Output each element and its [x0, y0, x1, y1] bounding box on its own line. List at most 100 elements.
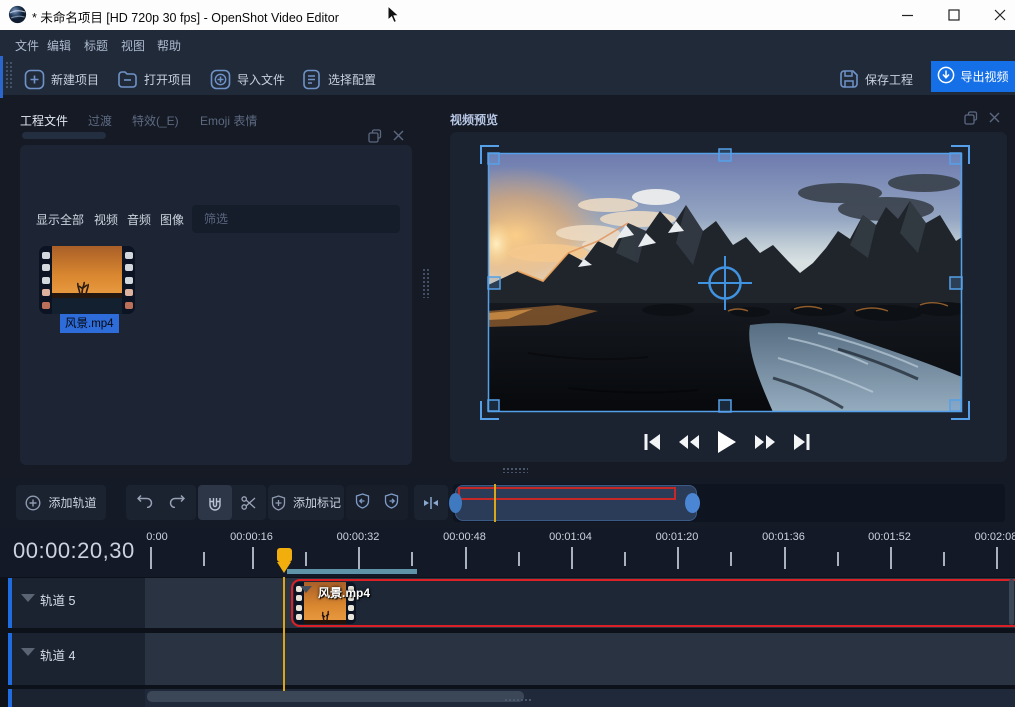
scissors-icon: [241, 495, 257, 511]
track-5-accent: [8, 578, 12, 628]
title-bar: * 未命名项目 [HD 720p 30 fps] - OpenShot Vide…: [0, 0, 1015, 30]
close-button[interactable]: [977, 0, 1015, 29]
openshot-window: * 未命名项目 [HD 720p 30 fps] - OpenShot Vide…: [0, 0, 1015, 707]
filter-input[interactable]: [192, 205, 400, 233]
add-marker-button[interactable]: 添加标记: [268, 485, 344, 520]
track-5-name: 轨道 5: [40, 590, 75, 609]
track-4-header[interactable]: [8, 633, 145, 685]
center-playhead-button[interactable]: [414, 485, 448, 520]
filter-audio[interactable]: 音频: [127, 211, 151, 228]
file-thumb-image: [52, 246, 122, 314]
redo-button[interactable]: [169, 494, 185, 511]
add-marker-label: 添加标记: [293, 494, 341, 511]
timeline-resize-handle[interactable]: [504, 698, 532, 703]
clip-fengjing[interactable]: 风景.mp4: [291, 579, 1015, 627]
maximize-button[interactable]: [931, 0, 976, 29]
menu-edit[interactable]: 编辑: [47, 37, 71, 54]
preview-panel-title: 视频预览: [450, 111, 498, 128]
ruler-tick-minor: [518, 552, 520, 566]
timeline-toolbar: 添加轨道 添加标记: [0, 478, 1015, 528]
play-button[interactable]: [717, 430, 737, 454]
new-project-button[interactable]: 新建项目: [24, 64, 99, 94]
add-marker-icon: [271, 495, 286, 511]
ruler-tick-major: [677, 547, 679, 569]
clip-transform-overlay[interactable]: [488, 153, 962, 412]
preview-float-icon[interactable]: [964, 111, 978, 130]
video-preview-frame[interactable]: [488, 153, 962, 412]
snap-toggle-button[interactable]: [198, 485, 232, 520]
mouse-cursor: [386, 5, 401, 30]
track-5-lane[interactable]: 风景.mp4: [145, 578, 1015, 628]
export-video-button[interactable]: 导出视频: [931, 61, 1015, 92]
undo-button[interactable]: [137, 494, 153, 511]
preview-resize-handle[interactable]: [502, 467, 528, 473]
project-files-panel: 工程文件 过渡 特效(_E) Emoji 表情 显示全部 视频 音频 图像: [6, 95, 435, 478]
jump-start-button[interactable]: [644, 433, 661, 451]
rewind-button[interactable]: [678, 434, 700, 450]
tab-emoji[interactable]: Emoji 表情: [200, 112, 257, 129]
timeline-zoom-slider[interactable]: [453, 484, 1005, 522]
timeline-ruler[interactable]: 00:00:20,30 0:00 00:00:16 00:00:32 00:00…: [0, 528, 1015, 577]
track-5-chevron-icon[interactable]: [20, 593, 36, 603]
new-project-icon: [24, 69, 45, 90]
zoom-slider-right-handle[interactable]: [685, 493, 700, 513]
ruler-tick-minor: [943, 552, 945, 566]
ruler-ticks: [0, 528, 1015, 577]
choose-profile-button[interactable]: 选择配置: [301, 64, 376, 94]
add-track-button[interactable]: 添加轨道: [16, 485, 106, 520]
menu-view[interactable]: 视图: [121, 37, 145, 54]
project-file-thumbnail[interactable]: [39, 246, 135, 314]
previous-marker-button[interactable]: [355, 493, 370, 512]
save-project-button[interactable]: 保存工程: [839, 64, 913, 94]
export-video-label: 导出视频: [960, 68, 1008, 85]
track-4-accent: [8, 633, 12, 685]
minimize-button[interactable]: [885, 0, 930, 29]
app-logo-icon: [8, 5, 27, 29]
filter-show-all[interactable]: 显示全部: [36, 211, 84, 228]
tab-transitions[interactable]: 过渡: [88, 112, 112, 129]
tab-effects[interactable]: 特效(_E): [132, 112, 179, 129]
track-4-chevron-icon[interactable]: [20, 647, 36, 657]
tab-project-files[interactable]: 工程文件: [20, 112, 68, 129]
clip-menu-chevron-icon[interactable]: [299, 585, 313, 594]
filter-image[interactable]: 图像: [160, 211, 184, 228]
track-3-header[interactable]: [8, 689, 145, 707]
razor-tool-button[interactable]: [232, 485, 266, 520]
transport-controls: [448, 424, 1005, 460]
new-project-label: 新建项目: [51, 71, 99, 88]
open-project-icon: [117, 69, 138, 90]
ruler-tick-minor: [624, 552, 626, 566]
tab-scroll-indicator[interactable]: [22, 132, 106, 139]
next-marker-button[interactable]: [384, 493, 399, 512]
menu-title[interactable]: 标题: [84, 37, 108, 54]
menu-help[interactable]: 帮助: [157, 37, 181, 54]
project-file-name[interactable]: 风景.mp4: [60, 314, 119, 333]
track-5-header[interactable]: [8, 578, 145, 628]
jump-end-button[interactable]: [793, 433, 810, 451]
toolbar-drag-handle[interactable]: [5, 61, 14, 89]
filmstrip-sprockets-right: [122, 246, 135, 314]
timeline-h-scrollbar[interactable]: [147, 691, 524, 702]
export-video-icon: [937, 66, 955, 87]
panel-splitter-handle[interactable]: [422, 268, 429, 298]
marker-nav-group: [346, 485, 408, 520]
fast-forward-button[interactable]: [754, 434, 776, 450]
import-files-label: 导入文件: [237, 71, 285, 88]
origin-crosshair-icon[interactable]: [698, 256, 752, 310]
timeline-v-scrollbar[interactable]: [1009, 579, 1014, 625]
preview-close-icon[interactable]: [988, 111, 1001, 129]
open-project-label: 打开项目: [144, 71, 192, 88]
ruler-tick-major: [996, 547, 998, 569]
add-track-icon: [25, 495, 41, 511]
choose-profile-label: 选择配置: [328, 71, 376, 88]
project-files-card: 显示全部 视频 音频 图像: [20, 145, 412, 465]
add-track-label: 添加轨道: [48, 494, 96, 511]
import-files-button[interactable]: 导入文件: [210, 64, 285, 94]
track-4-lane[interactable]: [145, 633, 1015, 685]
save-project-label: 保存工程: [865, 71, 913, 88]
playhead-marker[interactable]: [277, 548, 292, 573]
menu-file[interactable]: 文件: [15, 37, 39, 54]
open-project-button[interactable]: 打开项目: [117, 64, 192, 94]
filter-video[interactable]: 视频: [94, 211, 118, 228]
zoom-slider-left-handle[interactable]: [449, 493, 462, 513]
